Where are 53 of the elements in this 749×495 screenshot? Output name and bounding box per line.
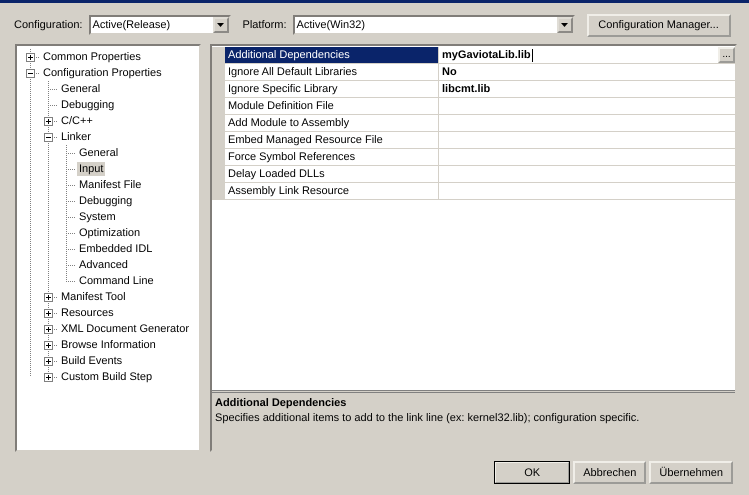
property-name[interactable]: Add Module to Assembly bbox=[225, 115, 439, 131]
tree-item[interactable]: Optimization bbox=[77, 226, 142, 240]
tree-item[interactable]: C/C++ bbox=[59, 114, 95, 128]
tree-item[interactable]: Command Line bbox=[77, 274, 156, 288]
dialog-button[interactable]: Abbrechen bbox=[573, 461, 646, 484]
property-value[interactable]: libcmt.lib bbox=[442, 83, 490, 95]
collapse-icon[interactable] bbox=[44, 132, 53, 142]
collapse-icon[interactable] bbox=[26, 68, 35, 78]
tree-item[interactable]: Build Events bbox=[59, 354, 124, 368]
property-value[interactable]: No bbox=[442, 66, 457, 78]
tree-item[interactable]: System bbox=[77, 210, 118, 224]
tree-item[interactable]: Common Properties bbox=[41, 50, 143, 64]
tree-item[interactable]: Advanced bbox=[77, 258, 130, 272]
dialog-button[interactable]: OK bbox=[494, 461, 570, 484]
description-title: Additional Dependencies bbox=[215, 397, 348, 409]
expand-icon[interactable] bbox=[44, 324, 53, 334]
tree-item[interactable]: Embedded IDL bbox=[77, 242, 154, 256]
expand-icon[interactable] bbox=[44, 292, 53, 302]
expand-icon[interactable] bbox=[44, 356, 53, 366]
tree-item[interactable]: Manifest Tool bbox=[59, 290, 128, 304]
text-cursor bbox=[532, 48, 533, 62]
dialog-button[interactable]: Übernehmen bbox=[649, 461, 733, 484]
dropdown-arrow-icon bbox=[561, 23, 568, 27]
tree-item[interactable]: General bbox=[77, 146, 120, 160]
property-value[interactable]: myGaviotaLib.lib bbox=[442, 49, 531, 61]
property-name[interactable]: Assembly Link Resource bbox=[225, 183, 439, 199]
configuration-label: Configuration: bbox=[14, 19, 82, 31]
expand-icon[interactable] bbox=[44, 308, 53, 318]
description-text: Specifies additional items to add to the link line (ex: kernel32.lib); configuration specific. bbox=[215, 412, 640, 424]
expand-icon[interactable] bbox=[44, 340, 53, 350]
configuration-manager-button[interactable]: Configuration Manager... bbox=[586, 14, 731, 36]
tree-item[interactable]: Resources bbox=[59, 306, 116, 320]
expand-icon[interactable] bbox=[44, 372, 53, 382]
tree-item[interactable]: Browse Information bbox=[59, 338, 158, 352]
tree-item[interactable]: Configuration Properties bbox=[41, 66, 164, 80]
tree-item[interactable]: XML Document Generator bbox=[59, 322, 191, 336]
tree-item[interactable]: Debugging bbox=[59, 98, 116, 112]
tree-item[interactable]: Input bbox=[77, 162, 106, 176]
tree-item[interactable]: Linker bbox=[59, 130, 93, 144]
tree-item[interactable]: Custom Build Step bbox=[59, 370, 154, 384]
tree-item[interactable]: General bbox=[59, 82, 102, 96]
platform-label: Platform: bbox=[242, 19, 287, 31]
dropdown-button[interactable] bbox=[556, 17, 573, 33]
dropdown-button[interactable] bbox=[212, 17, 228, 33]
tree-item[interactable]: Manifest File bbox=[77, 178, 144, 192]
tree-item[interactable]: Debugging bbox=[77, 194, 134, 208]
browse-button[interactable]: ... bbox=[718, 47, 735, 63]
property-name[interactable]: Additional Dependencies bbox=[225, 47, 439, 63]
dropdown-arrow-icon bbox=[217, 23, 224, 27]
configuration-dropdown[interactable]: Active(Release) bbox=[88, 15, 230, 35]
expand-icon[interactable] bbox=[44, 116, 53, 126]
platform-dropdown[interactable]: Active(Win32) bbox=[292, 15, 575, 35]
expand-icon[interactable] bbox=[26, 52, 35, 62]
